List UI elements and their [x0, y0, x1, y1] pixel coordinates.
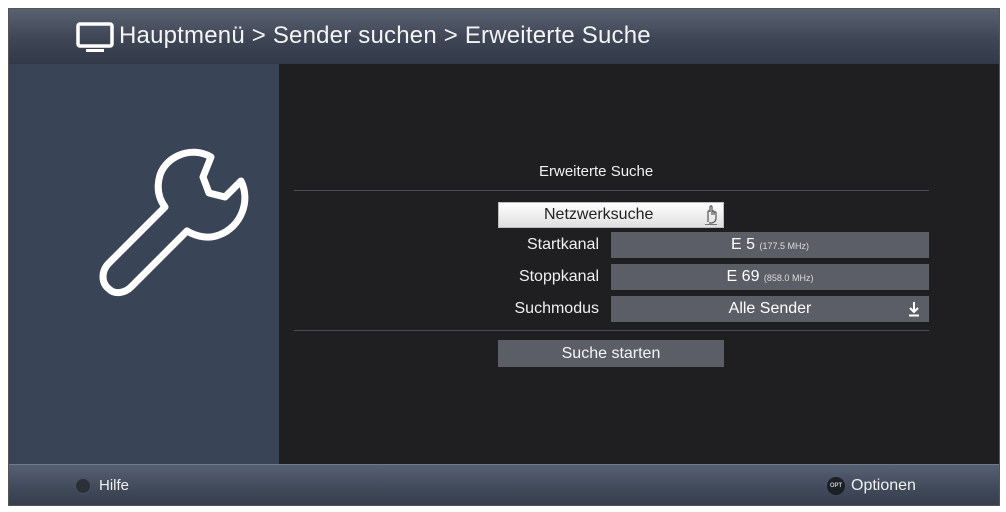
help-label: Hilfe: [99, 477, 130, 494]
search-mode-label: Suchmodus: [514, 300, 600, 317]
header-bar: Hauptmenü > Sender suchen > Erweiterte S…: [9, 9, 999, 65]
divider-bottom: [294, 330, 929, 331]
search-mode-value: Alle Sender: [728, 300, 812, 317]
tv-icon: [76, 22, 114, 52]
start-channel-value: E 5: [731, 236, 756, 253]
section-title: Erweiterte Suche: [539, 163, 654, 180]
breadcrumb: Hauptmenü > Sender suchen > Erweiterte S…: [119, 22, 651, 49]
tv-screen: Hauptmenü > Sender suchen > Erweiterte S…: [8, 8, 1000, 506]
stop-channel-value: E 69: [726, 268, 760, 285]
options-button-icon[interactable]: OPT: [827, 477, 845, 495]
network-search-button[interactable]: Netzwerksuche: [498, 202, 724, 228]
footer-bar: Hilfe OPT Optionen: [9, 464, 999, 505]
stop-channel-label: Stoppkanal: [518, 268, 599, 285]
start-channel-field[interactable]: E 5 (177.5 MHz): [611, 232, 929, 258]
stop-channel-frequency: (858.0 MHz): [763, 273, 814, 283]
start-search-button[interactable]: Suche starten: [498, 340, 724, 367]
network-search-label: Netzwerksuche: [544, 206, 654, 223]
help-button-icon[interactable]: [75, 478, 91, 494]
start-channel-frequency: (177.5 MHz): [759, 241, 809, 251]
search-mode-dropdown[interactable]: Alle Sender: [611, 296, 929, 322]
stop-channel-field[interactable]: E 69 (858.0 MHz): [611, 264, 929, 290]
start-channel-label: Startkanal: [526, 236, 599, 253]
wrench-icon: [99, 148, 249, 297]
options-label: Optionen: [851, 477, 916, 494]
dropdown-arrow-icon: [909, 302, 919, 317]
divider-top: [294, 190, 929, 191]
hand-icon: [705, 205, 717, 225]
